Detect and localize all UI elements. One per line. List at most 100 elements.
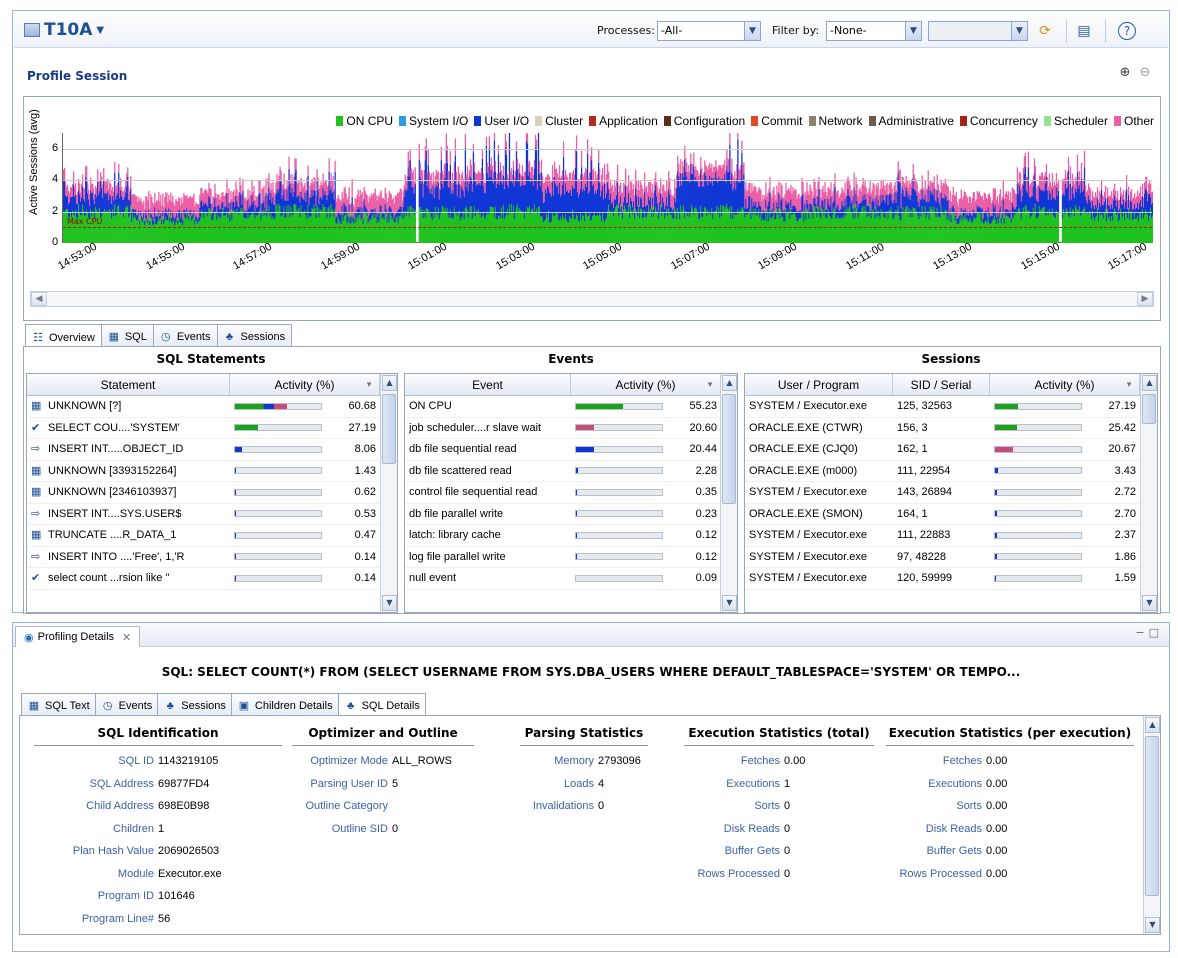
- legend-item: Application: [589, 114, 658, 128]
- sql-grid-scrollbar[interactable]: ▲ ▼: [380, 374, 397, 612]
- scroll-left-icon[interactable]: ◀: [31, 292, 47, 306]
- scroll-down-icon[interactable]: ▼: [382, 595, 397, 611]
- tab-sessions[interactable]: ♣ Sessions: [157, 693, 232, 715]
- profiling-details-tab[interactable]: ◉ Profiling Details ✕: [15, 626, 141, 647]
- tab-sql-text[interactable]: ▦ SQL Text: [21, 693, 96, 715]
- table-row[interactable]: ✔ SELECT COU....'SYSTEM' 27.19: [27, 418, 397, 439]
- tab-sql-details[interactable]: ♣ SQL Details: [337, 693, 426, 715]
- layout-icon[interactable]: ▤: [1074, 21, 1094, 41]
- table-row[interactable]: db file scattered read 2.28: [405, 461, 737, 482]
- detail-row: Outline SID 0: [292, 823, 474, 846]
- table-row[interactable]: SYSTEM / Executor.exe 125, 32563 27.19: [745, 396, 1157, 418]
- scroll-down-icon[interactable]: ▼: [1142, 595, 1157, 611]
- sql-icon: ▦: [31, 486, 42, 499]
- event-cell: null event: [405, 568, 571, 589]
- chart-bar-other: [253, 185, 255, 201]
- chart-bar-other: [114, 162, 116, 173]
- scroll-up-icon[interactable]: ▲: [382, 375, 397, 391]
- activity-value: 0.35: [695, 486, 717, 499]
- table-row[interactable]: log file parallel write 0.12: [405, 547, 737, 568]
- col-activity[interactable]: Activity (%) ▼: [230, 374, 380, 395]
- col-user-program[interactable]: User / Program: [745, 374, 893, 395]
- table-row[interactable]: ON CPU 55.23: [405, 396, 737, 418]
- col-sid-serial[interactable]: SID / Serial: [893, 374, 990, 395]
- zoom-in-icon[interactable]: ⊕: [1115, 63, 1135, 83]
- chart-bar-other: [927, 170, 929, 186]
- tab-sessions[interactable]: ♣ Sessions: [216, 324, 293, 346]
- legend-swatch: [589, 116, 597, 126]
- table-row[interactable]: ✔ select count ...rsion like '' 0.14: [27, 568, 397, 590]
- col-statement[interactable]: Statement: [27, 374, 230, 395]
- chart-bar-other: [743, 162, 745, 175]
- close-icon[interactable]: ✕: [122, 631, 131, 644]
- help-icon[interactable]: ?: [1118, 22, 1136, 40]
- tab-events[interactable]: ◷ Events: [94, 693, 159, 715]
- table-row[interactable]: ⇨ INSERT INTO ....'Free', 1,'R 0.14: [27, 547, 397, 568]
- table-row[interactable]: db file sequential read 20.44: [405, 439, 737, 461]
- scroll-thumb[interactable]: [722, 394, 736, 504]
- tab-events[interactable]: ◷ Events: [152, 324, 218, 346]
- table-row[interactable]: ORACLE.EXE (SMON) 164, 1 2.70: [745, 504, 1157, 525]
- table-row[interactable]: ORACLE.EXE (CTWR) 156, 3 25.42: [745, 418, 1157, 439]
- table-row[interactable]: null event 0.09: [405, 568, 737, 590]
- chart-bar-other: [427, 148, 429, 165]
- chart-bar-other: [414, 167, 416, 185]
- tab-sql[interactable]: ▦ SQL: [100, 324, 154, 346]
- table-row[interactable]: SYSTEM / Executor.exe 143, 26894 2.72: [745, 482, 1157, 504]
- table-row[interactable]: ▦ UNKNOWN [3393152264] 1.43: [27, 461, 397, 482]
- session-title[interactable]: T10A ▼: [24, 20, 104, 40]
- table-row[interactable]: latch: library cache 0.12: [405, 525, 737, 547]
- scroll-right-icon[interactable]: ▶: [1137, 292, 1153, 306]
- filter-value-select[interactable]: ▼: [928, 21, 1028, 41]
- detail-value: 0: [784, 845, 791, 857]
- event-text: control file sequential read: [409, 486, 538, 499]
- scroll-thumb[interactable]: [1145, 736, 1159, 896]
- table-row[interactable]: ▦ UNKNOWN [?] 60.68: [27, 396, 397, 418]
- user-text: SYSTEM / Executor.exe: [749, 486, 867, 499]
- events-grid-scrollbar[interactable]: ▲ ▼: [720, 374, 737, 612]
- table-row[interactable]: SYSTEM / Executor.exe 120, 59999 1.59: [745, 568, 1157, 590]
- refresh-icon[interactable]: ⟳: [1035, 21, 1055, 41]
- table-row[interactable]: ORACLE.EXE (m000) 111, 22954 3.43: [745, 461, 1157, 482]
- chart-bar-other: [86, 166, 88, 180]
- table-row[interactable]: db file parallel write 0.23: [405, 504, 737, 525]
- grid-header: User / Program SID / Serial Activity (%)…: [745, 374, 1157, 396]
- table-row[interactable]: ORACLE.EXE (CJQ0) 162, 1 20.67: [745, 439, 1157, 461]
- scroll-up-icon[interactable]: ▲: [1145, 717, 1160, 733]
- user-cell: SYSTEM / Executor.exe: [745, 396, 893, 417]
- scroll-up-icon[interactable]: ▲: [1142, 375, 1157, 391]
- scroll-up-icon[interactable]: ▲: [722, 375, 737, 391]
- scroll-down-icon[interactable]: ▼: [722, 595, 737, 611]
- chart-bar-other: [454, 138, 457, 156]
- sessions-grid-scrollbar[interactable]: ▲ ▼: [1140, 374, 1157, 612]
- col-activity[interactable]: Activity (%) ▼: [571, 374, 721, 395]
- table-row[interactable]: control file sequential read 0.35: [405, 482, 737, 504]
- table-row[interactable]: SYSTEM / Executor.exe 111, 22883 2.37: [745, 525, 1157, 547]
- table-row[interactable]: SYSTEM / Executor.exe 97, 48228 1.86: [745, 547, 1157, 568]
- chart-horizontal-scrollbar[interactable]: ◀ ▶: [30, 291, 1154, 307]
- maximize-icon[interactable]: □: [1149, 626, 1163, 639]
- minimize-icon[interactable]: −: [1135, 626, 1148, 639]
- table-row[interactable]: ⇨ INSERT INT.....OBJECT_ID 8.06: [27, 439, 397, 461]
- table-row[interactable]: job scheduler....r slave wait 20.60: [405, 418, 737, 439]
- table-row[interactable]: ▦ UNKNOWN [2346103937] 0.62: [27, 482, 397, 504]
- profile-session-title: Profile Session: [27, 69, 128, 83]
- filter-select[interactable]: -None- ▼: [826, 21, 922, 41]
- scroll-thumb[interactable]: [382, 394, 396, 464]
- event-text: db file scattered read: [409, 464, 512, 477]
- col-event[interactable]: Event: [405, 374, 571, 395]
- col-label: Activity (%): [274, 377, 335, 392]
- col-activity[interactable]: Activity (%) ▼: [990, 374, 1140, 395]
- scroll-down-icon[interactable]: ▼: [1145, 917, 1160, 933]
- details-scrollbar[interactable]: ▲ ▼: [1143, 716, 1160, 934]
- table-row[interactable]: ▦ TRUNCATE ....R_DATA_1 0.47: [27, 525, 397, 547]
- scroll-thumb[interactable]: [1142, 394, 1156, 424]
- statement-cell: ✔ SELECT COU....'SYSTEM': [27, 418, 230, 439]
- processes-select[interactable]: -All- ▼: [657, 21, 761, 41]
- legend-item: Other: [1113, 114, 1154, 128]
- tab-children-details[interactable]: ▣ Children Details: [230, 693, 339, 715]
- table-row[interactable]: ⇨ INSERT INT....SYS.USER$ 0.53: [27, 504, 397, 525]
- zoom-out-icon[interactable]: ⊖: [1135, 63, 1155, 83]
- tab-overview[interactable]: ☷ Overview: [25, 324, 102, 347]
- statement-text: INSERT INT....SYS.USER$: [48, 507, 182, 520]
